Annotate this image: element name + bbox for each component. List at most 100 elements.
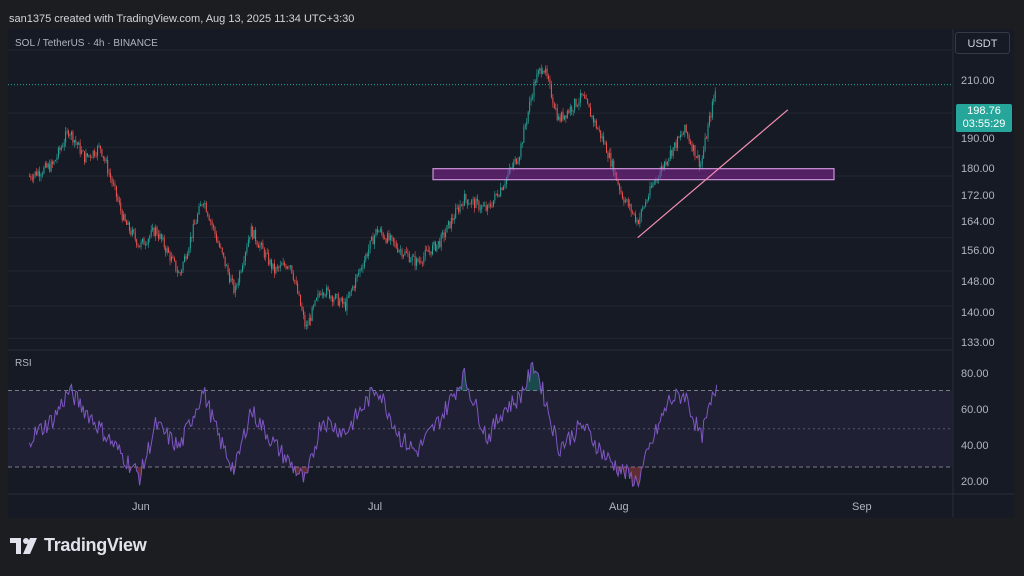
chart-canvas[interactable] (0, 0, 1024, 576)
candle-body (458, 207, 460, 212)
candle-body (371, 236, 373, 241)
candle-body (214, 227, 216, 234)
candle-body (85, 153, 87, 163)
candle-body (601, 136, 603, 139)
candle-body (498, 195, 500, 197)
candle-body (359, 268, 361, 274)
candle-body (543, 70, 545, 73)
candle-body (218, 242, 220, 247)
price-tick-label: 172.00 (961, 190, 995, 202)
candle-body (561, 112, 563, 122)
candle-body (229, 272, 230, 283)
candle-body (227, 265, 229, 273)
candle-body (81, 150, 83, 154)
candle-body (440, 234, 442, 248)
candle-body (189, 236, 191, 249)
rsi-legend[interactable]: RSI (15, 358, 32, 369)
candle-body (527, 111, 529, 122)
candle-body (472, 199, 474, 201)
candle-body (521, 142, 523, 144)
candle-body (84, 151, 85, 163)
candle-body (349, 291, 351, 297)
candle-body (33, 174, 35, 180)
candle-body (445, 232, 447, 238)
candle-body (115, 186, 117, 197)
candle-body (640, 209, 642, 218)
candle-body (539, 68, 541, 71)
candle-body (210, 220, 212, 222)
candle-body (403, 254, 404, 257)
candle-body (540, 68, 542, 74)
candle-body (59, 147, 61, 150)
candle-body (320, 294, 322, 296)
candle-body (97, 146, 99, 156)
price-tick-label: 190.00 (961, 133, 995, 145)
candle-body (556, 107, 558, 120)
candle-body (603, 136, 605, 144)
candle-body (259, 244, 261, 248)
candle-body (401, 249, 403, 257)
candle-body (471, 200, 473, 204)
candle-body (53, 161, 55, 165)
candle-body (60, 147, 62, 150)
candle-body (646, 200, 648, 202)
currency-button[interactable]: USDT (955, 32, 1010, 54)
candle-body (387, 233, 389, 243)
candle-body (636, 220, 638, 222)
candle-body (244, 252, 246, 261)
candle-body (459, 204, 461, 212)
candle-body (191, 236, 193, 238)
candle-body (237, 282, 239, 286)
candle-body (242, 265, 244, 272)
candle-body (562, 112, 564, 120)
candle-body (68, 131, 70, 137)
candle-body (608, 152, 610, 158)
candle-body (169, 252, 171, 261)
candle-body (128, 222, 130, 231)
candle-body (262, 243, 264, 249)
candle-body (418, 260, 420, 262)
candle-body (558, 116, 560, 120)
candle-body (252, 226, 254, 239)
candle-body (714, 91, 716, 99)
candle-body (679, 134, 681, 138)
candle-body (548, 76, 549, 80)
candle-body (520, 143, 522, 158)
tradingview-logo[interactable]: TradingView (10, 535, 147, 556)
candle-body (368, 249, 370, 256)
candle-body (582, 94, 584, 96)
candle-body (710, 116, 712, 118)
candle-body (713, 98, 715, 102)
candle-body (331, 296, 333, 302)
candle-body (73, 140, 75, 143)
candle-body (571, 106, 573, 112)
candle-body (208, 215, 210, 221)
candle-body (376, 229, 378, 233)
candle-body (674, 142, 676, 148)
candle-body (581, 93, 583, 95)
candle-body (75, 140, 77, 143)
candle-body (698, 154, 700, 167)
candle-body (330, 296, 332, 299)
symbol-legend[interactable]: SOL / TetherUS · 4h · BINANCE (15, 38, 158, 49)
support-zone[interactable] (432, 168, 835, 181)
candle-body (279, 264, 281, 268)
candle-body (133, 229, 135, 233)
candle-body (462, 204, 464, 206)
candle-body (497, 194, 499, 197)
candle-body (255, 229, 257, 242)
candle-body (426, 249, 428, 251)
candle-body (468, 203, 470, 205)
candle-body (437, 241, 439, 245)
candle-body (139, 245, 141, 248)
candle-body (123, 214, 125, 221)
candle-body (649, 186, 651, 197)
candle-body (704, 137, 706, 151)
candle-body (503, 186, 505, 190)
candle-body (700, 164, 702, 167)
candle-body (450, 217, 452, 229)
candle-body (346, 297, 348, 311)
candle-body (630, 204, 632, 212)
candle-body (533, 81, 535, 98)
candle-body (701, 158, 703, 165)
